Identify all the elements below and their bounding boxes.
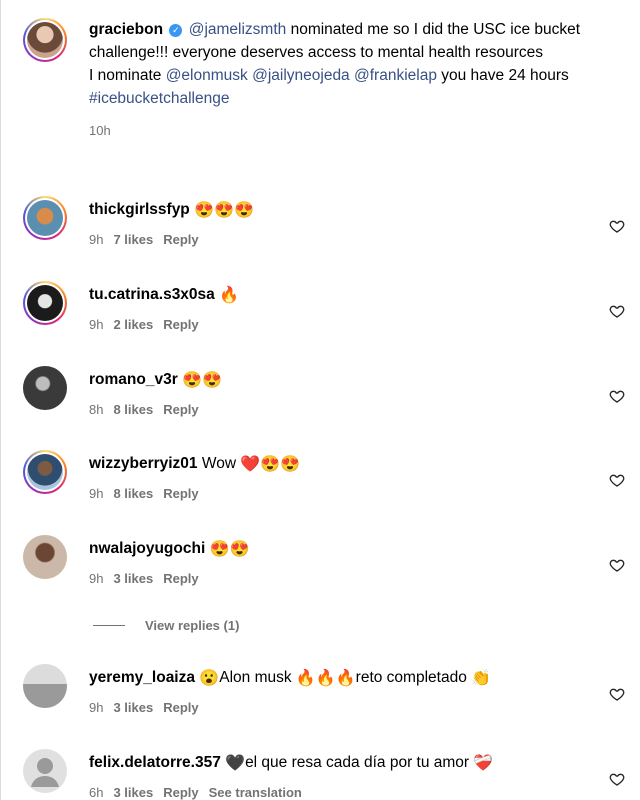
avatar[interactable]: [23, 196, 67, 240]
reply-button[interactable]: Reply: [163, 700, 198, 715]
likes-count[interactable]: 8 likes: [113, 402, 153, 417]
likes-count[interactable]: 3 likes: [113, 571, 153, 586]
comment-time: 6h: [89, 785, 104, 800]
comment-emoji: 👏: [471, 670, 492, 687]
avatar[interactable]: [23, 366, 67, 410]
comment-username[interactable]: tu.catrina.s3x0sa: [89, 286, 215, 303]
reply-button[interactable]: Reply: [163, 486, 198, 501]
heart-icon[interactable]: [609, 771, 625, 787]
comment-time: 8h: [89, 402, 104, 417]
comment-time: 9h: [89, 700, 104, 715]
avatar[interactable]: [23, 18, 67, 62]
comment-time: 9h: [89, 571, 104, 586]
comment-item: yeremy_loaiza 😮Alon musk 🔥🔥🔥reto complet…: [23, 664, 633, 734]
view-replies-label: View replies (1): [145, 618, 240, 633]
caption-hours: you have 24 hours: [436, 67, 569, 84]
avatar[interactable]: [23, 281, 67, 325]
comment-item: wizzyberryiz01 Wow ❤️😍😍 9h 8 likes Reply: [23, 450, 633, 520]
heart-icon[interactable]: [609, 388, 625, 404]
comment-username[interactable]: nwalajoyugochi: [89, 540, 205, 557]
avatar[interactable]: [23, 450, 67, 494]
heart-icon[interactable]: [609, 686, 625, 702]
default-avatar-icon: [31, 758, 59, 787]
comment-username[interactable]: thickgirlssfyp: [89, 201, 190, 218]
comments-panel: graciebon ✓ @jamelizsmth nominated me so…: [0, 0, 640, 800]
comment-time: 9h: [89, 317, 104, 332]
comment-text: Wow: [201, 455, 237, 472]
reply-button[interactable]: Reply: [163, 785, 198, 800]
heart-icon[interactable]: [609, 218, 625, 234]
comment-time: 9h: [89, 232, 104, 247]
divider: [93, 625, 125, 626]
likes-count[interactable]: 8 likes: [113, 486, 153, 501]
comment-username[interactable]: felix.delatorre.357: [89, 754, 221, 771]
hashtag-link[interactable]: #icebucketchallenge: [89, 90, 229, 107]
comment-username[interactable]: yeremy_loaiza: [89, 669, 195, 686]
comment-item: romano_v3r 😍😍 8h 8 likes Reply: [23, 366, 633, 436]
comment-emoji: 😍😍: [209, 541, 250, 558]
comment-item: nwalajoyugochi 😍😍 9h 3 likes Reply: [23, 535, 633, 605]
mention-link[interactable]: @frankielap: [354, 67, 437, 84]
heart-icon[interactable]: [609, 557, 625, 573]
reply-button[interactable]: Reply: [163, 317, 198, 332]
comment-emoji: ❤️‍🩹: [473, 755, 494, 772]
mention-link[interactable]: @elonmusk: [166, 67, 248, 84]
comment-time: 9h: [89, 486, 104, 501]
reply-button[interactable]: Reply: [163, 232, 198, 247]
comment-item: thickgirlssfyp 😍😍😍 9h 7 likes Reply: [23, 196, 633, 266]
post-caption: graciebon ✓ @jamelizsmth nominated me so…: [23, 18, 623, 142]
caption-body: nominated me so I did the USC ice bucket…: [89, 21, 581, 61]
comment-emoji: 😮: [199, 670, 220, 687]
avatar[interactable]: [23, 535, 67, 579]
comment-emoji: 🔥: [219, 287, 240, 304]
comment-username[interactable]: wizzyberryiz01: [89, 455, 198, 472]
comment-emoji: 😍😍😍: [194, 202, 254, 219]
likes-count[interactable]: 3 likes: [113, 700, 153, 715]
comment-item: tu.catrina.s3x0sa 🔥 9h 2 likes Reply: [23, 281, 633, 351]
heart-icon[interactable]: [609, 303, 625, 319]
reply-button[interactable]: Reply: [163, 402, 198, 417]
mention-link[interactable]: @jamelizsmth: [189, 21, 287, 38]
heart-icon[interactable]: [609, 472, 625, 488]
comment-text: el que resa cada día por tu amor: [245, 754, 474, 771]
comment-emoji: ❤️😍😍: [240, 456, 301, 473]
likes-count[interactable]: 3 likes: [113, 785, 153, 800]
verified-icon: ✓: [169, 24, 183, 37]
avatar[interactable]: [23, 749, 67, 793]
comment-username[interactable]: romano_v3r: [89, 371, 178, 388]
view-replies-button[interactable]: View replies (1): [93, 618, 239, 633]
comment-text: Alon musk: [219, 669, 296, 686]
caption-text: graciebon ✓ @jamelizsmth nominated me so…: [89, 18, 609, 142]
comment-text: reto completado: [355, 669, 472, 686]
likes-count[interactable]: 2 likes: [113, 317, 153, 332]
mention-link[interactable]: @jailyneojeda: [252, 67, 350, 84]
comment-emoji: 🖤: [225, 755, 246, 772]
avatar[interactable]: [23, 664, 67, 708]
caption-nominate: I nominate: [89, 67, 166, 84]
likes-count[interactable]: 7 likes: [113, 232, 153, 247]
comment-item: felix.delatorre.357 🖤el que resa cada dí…: [23, 749, 633, 800]
comment-emoji: 😍😍: [182, 372, 222, 389]
post-username[interactable]: graciebon: [89, 21, 163, 38]
see-translation-button[interactable]: See translation: [209, 785, 302, 800]
reply-button[interactable]: Reply: [163, 571, 198, 586]
post-timestamp: 10h: [89, 123, 111, 138]
comment-emoji: 🔥🔥🔥: [295, 670, 356, 687]
